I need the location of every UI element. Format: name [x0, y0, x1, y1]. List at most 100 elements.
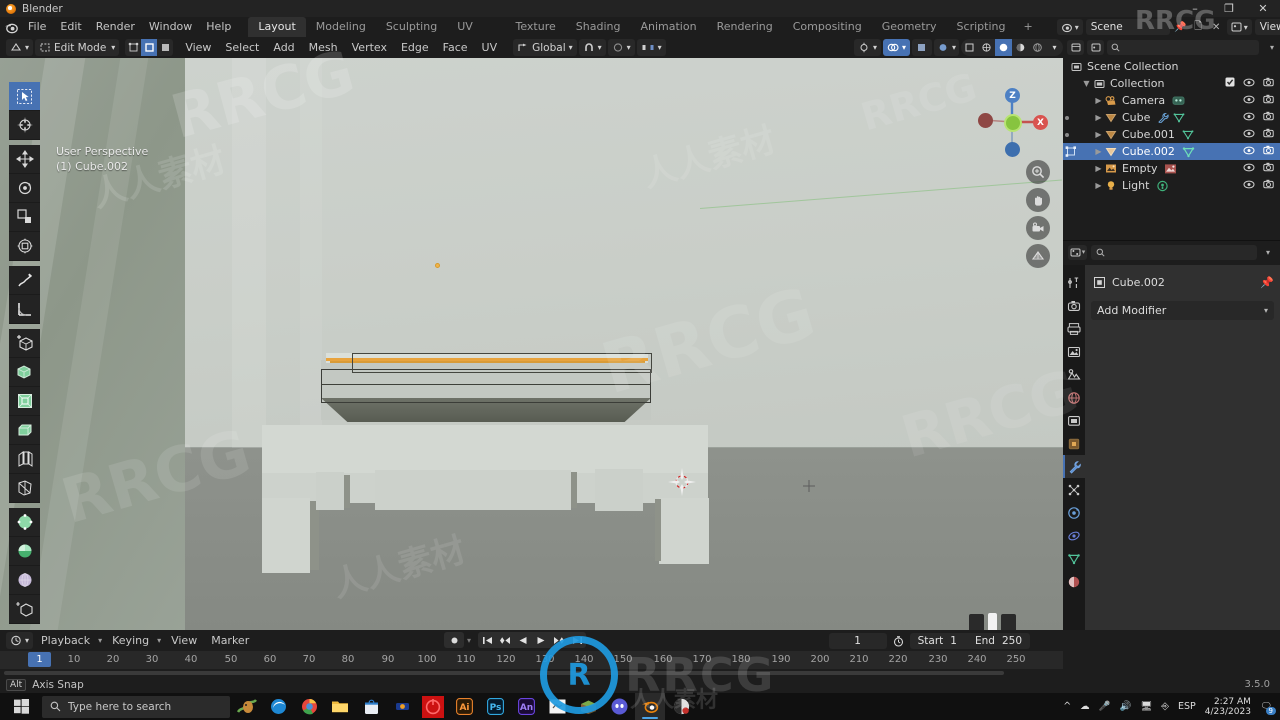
- outliner-filter-chevron-icon[interactable]: ▾: [1264, 40, 1280, 55]
- tool-cursor[interactable]: [9, 111, 40, 140]
- tab-world-properties[interactable]: [1063, 386, 1085, 409]
- new-scene-icon[interactable]: 🗋: [1191, 19, 1206, 35]
- camera-view-icon[interactable]: [1026, 216, 1050, 240]
- tool-transform[interactable]: [9, 232, 40, 261]
- eye-icon[interactable]: [1243, 111, 1255, 124]
- outliner-row-light[interactable]: ▶ Light: [1063, 177, 1280, 194]
- eye-icon[interactable]: [1243, 128, 1255, 141]
- tool-smooth[interactable]: [9, 566, 40, 595]
- auto-keying-button[interactable]: [444, 632, 464, 648]
- tab-geometry-nodes[interactable]: Geometry Nodes: [872, 17, 947, 53]
- start-button[interactable]: [0, 693, 42, 720]
- extra-shading-icon[interactable]: [1029, 39, 1046, 56]
- use-preview-range-icon[interactable]: [891, 633, 906, 649]
- onedrive-cloud-icon[interactable]: ☁: [1080, 701, 1090, 712]
- frame-range-fields[interactable]: Start 1 End 250: [909, 633, 1030, 649]
- minimize-button[interactable]: –: [1178, 0, 1212, 17]
- tool-loop-cut[interactable]: [9, 445, 40, 474]
- current-frame-field[interactable]: 1: [828, 633, 887, 649]
- vertex-select-mode-icon[interactable]: [125, 39, 141, 56]
- disclosure-triangle-right-icon[interactable]: ▶: [1093, 130, 1104, 139]
- media-player-icon[interactable]: [666, 693, 696, 720]
- 3d-viewport[interactable]: User Perspective (1) Cube.002 Middle ❯ B…: [0, 58, 1063, 630]
- viewport-menu-add[interactable]: Add: [267, 39, 300, 56]
- close-button[interactable]: ✕: [1246, 0, 1280, 17]
- network-icon[interactable]: 🖥: [1140, 701, 1152, 712]
- jump-to-start-icon[interactable]: [478, 632, 496, 648]
- tab-output-properties[interactable]: [1063, 317, 1085, 340]
- snap-magnet-icon[interactable]: ▾: [578, 39, 606, 56]
- microphone-icon[interactable]: 🎤: [1099, 701, 1111, 712]
- outliner-row-scene-collection[interactable]: Scene Collection: [1063, 58, 1280, 75]
- gizmo-axis-neg-z[interactable]: [1005, 142, 1020, 157]
- disclosure-triangle-right-icon[interactable]: ▶: [1093, 181, 1104, 190]
- file-explorer-icon[interactable]: [325, 693, 355, 720]
- material-preview-shading-icon[interactable]: [995, 39, 1012, 56]
- scene-browse-icon[interactable]: ▾: [1056, 19, 1083, 35]
- disclosure-triangle-down-icon[interactable]: ▼: [1081, 79, 1092, 88]
- camera-render-icon[interactable]: [1263, 77, 1274, 90]
- disclosure-triangle-right-icon[interactable]: ▶: [1093, 147, 1104, 156]
- add-modifier-button[interactable]: Add Modifier ▾: [1091, 301, 1274, 320]
- properties-editor-type-icon[interactable]: ▾: [1068, 244, 1087, 260]
- outliner-row-cube-001[interactable]: ▶ Cube.001: [1063, 126, 1280, 143]
- tab-view-layer-properties[interactable]: [1063, 340, 1085, 363]
- volume-icon[interactable]: 🔊: [1120, 701, 1132, 712]
- viewport-menu-select[interactable]: Select: [219, 39, 265, 56]
- play-reverse-icon[interactable]: [514, 632, 532, 648]
- tab-sculpting[interactable]: Sculpting: [376, 17, 447, 37]
- tool-add-cube[interactable]: [9, 329, 40, 358]
- illustrator-icon[interactable]: Ai: [449, 693, 479, 720]
- camera-render-icon[interactable]: [1263, 162, 1274, 175]
- prev-keyframe-icon[interactable]: [496, 632, 514, 648]
- tool-rotate[interactable]: [9, 174, 40, 203]
- menu-file[interactable]: File: [21, 18, 53, 36]
- tab-modifier-properties[interactable]: [1063, 455, 1085, 478]
- tab-rendering[interactable]: Rendering: [707, 17, 783, 37]
- timeline-ruler[interactable]: 1 10 20 30 40 50 60 70 80 90 100 110 120…: [0, 651, 1063, 669]
- eye-icon[interactable]: [1243, 162, 1255, 175]
- pan-view-icon[interactable]: [1026, 188, 1050, 212]
- face-select-mode-icon[interactable]: [157, 39, 173, 56]
- tool-shrink-fatten[interactable]: [9, 595, 40, 624]
- gizmo-axis-x[interactable]: X: [1033, 115, 1048, 130]
- camera-render-icon[interactable]: [1263, 145, 1274, 158]
- pin-icon[interactable]: 📌: [1260, 276, 1274, 289]
- timeline-menu-marker[interactable]: Marker: [205, 632, 255, 649]
- viewport-menu-mesh[interactable]: Mesh: [303, 39, 344, 56]
- chrome-browser-icon[interactable]: [294, 693, 324, 720]
- viewport-menu-view[interactable]: View: [179, 39, 217, 56]
- app-icon-red[interactable]: [418, 693, 448, 720]
- play-icon[interactable]: [532, 632, 550, 648]
- tab-render-properties[interactable]: [1063, 294, 1085, 317]
- photoshop-icon[interactable]: Ps: [480, 693, 510, 720]
- show-overlays-icon[interactable]: ▾: [882, 39, 910, 56]
- menu-window[interactable]: Window: [142, 18, 199, 36]
- viewport-menu-uv[interactable]: UV: [476, 39, 504, 56]
- camera-render-icon[interactable]: [1263, 179, 1274, 192]
- blender-taskbar-icon[interactable]: [635, 693, 665, 720]
- mirror-options-icon[interactable]: ▾: [636, 39, 666, 56]
- pin-scene-icon[interactable]: 📌: [1173, 19, 1188, 35]
- tab-uv-editing[interactable]: UV Editing: [447, 17, 505, 53]
- tab-object-data-properties[interactable]: [1063, 547, 1085, 570]
- xray-toggle-icon[interactable]: [911, 39, 932, 56]
- animate-icon[interactable]: An: [511, 693, 541, 720]
- timeline-horizontal-scrollbar[interactable]: [4, 671, 1004, 675]
- zoom-view-icon[interactable]: [1026, 160, 1050, 184]
- outliner-row-empty[interactable]: ▶ Empty: [1063, 160, 1280, 177]
- tab-tool-properties[interactable]: [1063, 271, 1085, 294]
- gizmo-axis-y[interactable]: [1004, 114, 1022, 132]
- tool-move[interactable]: [9, 145, 40, 174]
- shading-options-chevron-icon[interactable]: ▾: [1046, 39, 1063, 56]
- tab-collection-properties[interactable]: [1063, 409, 1085, 432]
- tab-scripting[interactable]: Scripting: [947, 17, 1016, 37]
- microsoft-store-icon[interactable]: [356, 693, 386, 720]
- outliner-search-field[interactable]: [1107, 40, 1259, 55]
- tool-extrude-region[interactable]: [9, 358, 40, 387]
- solid-shading-icon[interactable]: [978, 39, 995, 56]
- tab-layout[interactable]: Layout: [248, 17, 306, 37]
- taskbar-search-box[interactable]: Type here to search: [42, 695, 230, 718]
- add-workspace-button[interactable]: +: [1015, 17, 1040, 37]
- taskbar-clock[interactable]: 2:27 AM 4/23/2023: [1205, 697, 1251, 717]
